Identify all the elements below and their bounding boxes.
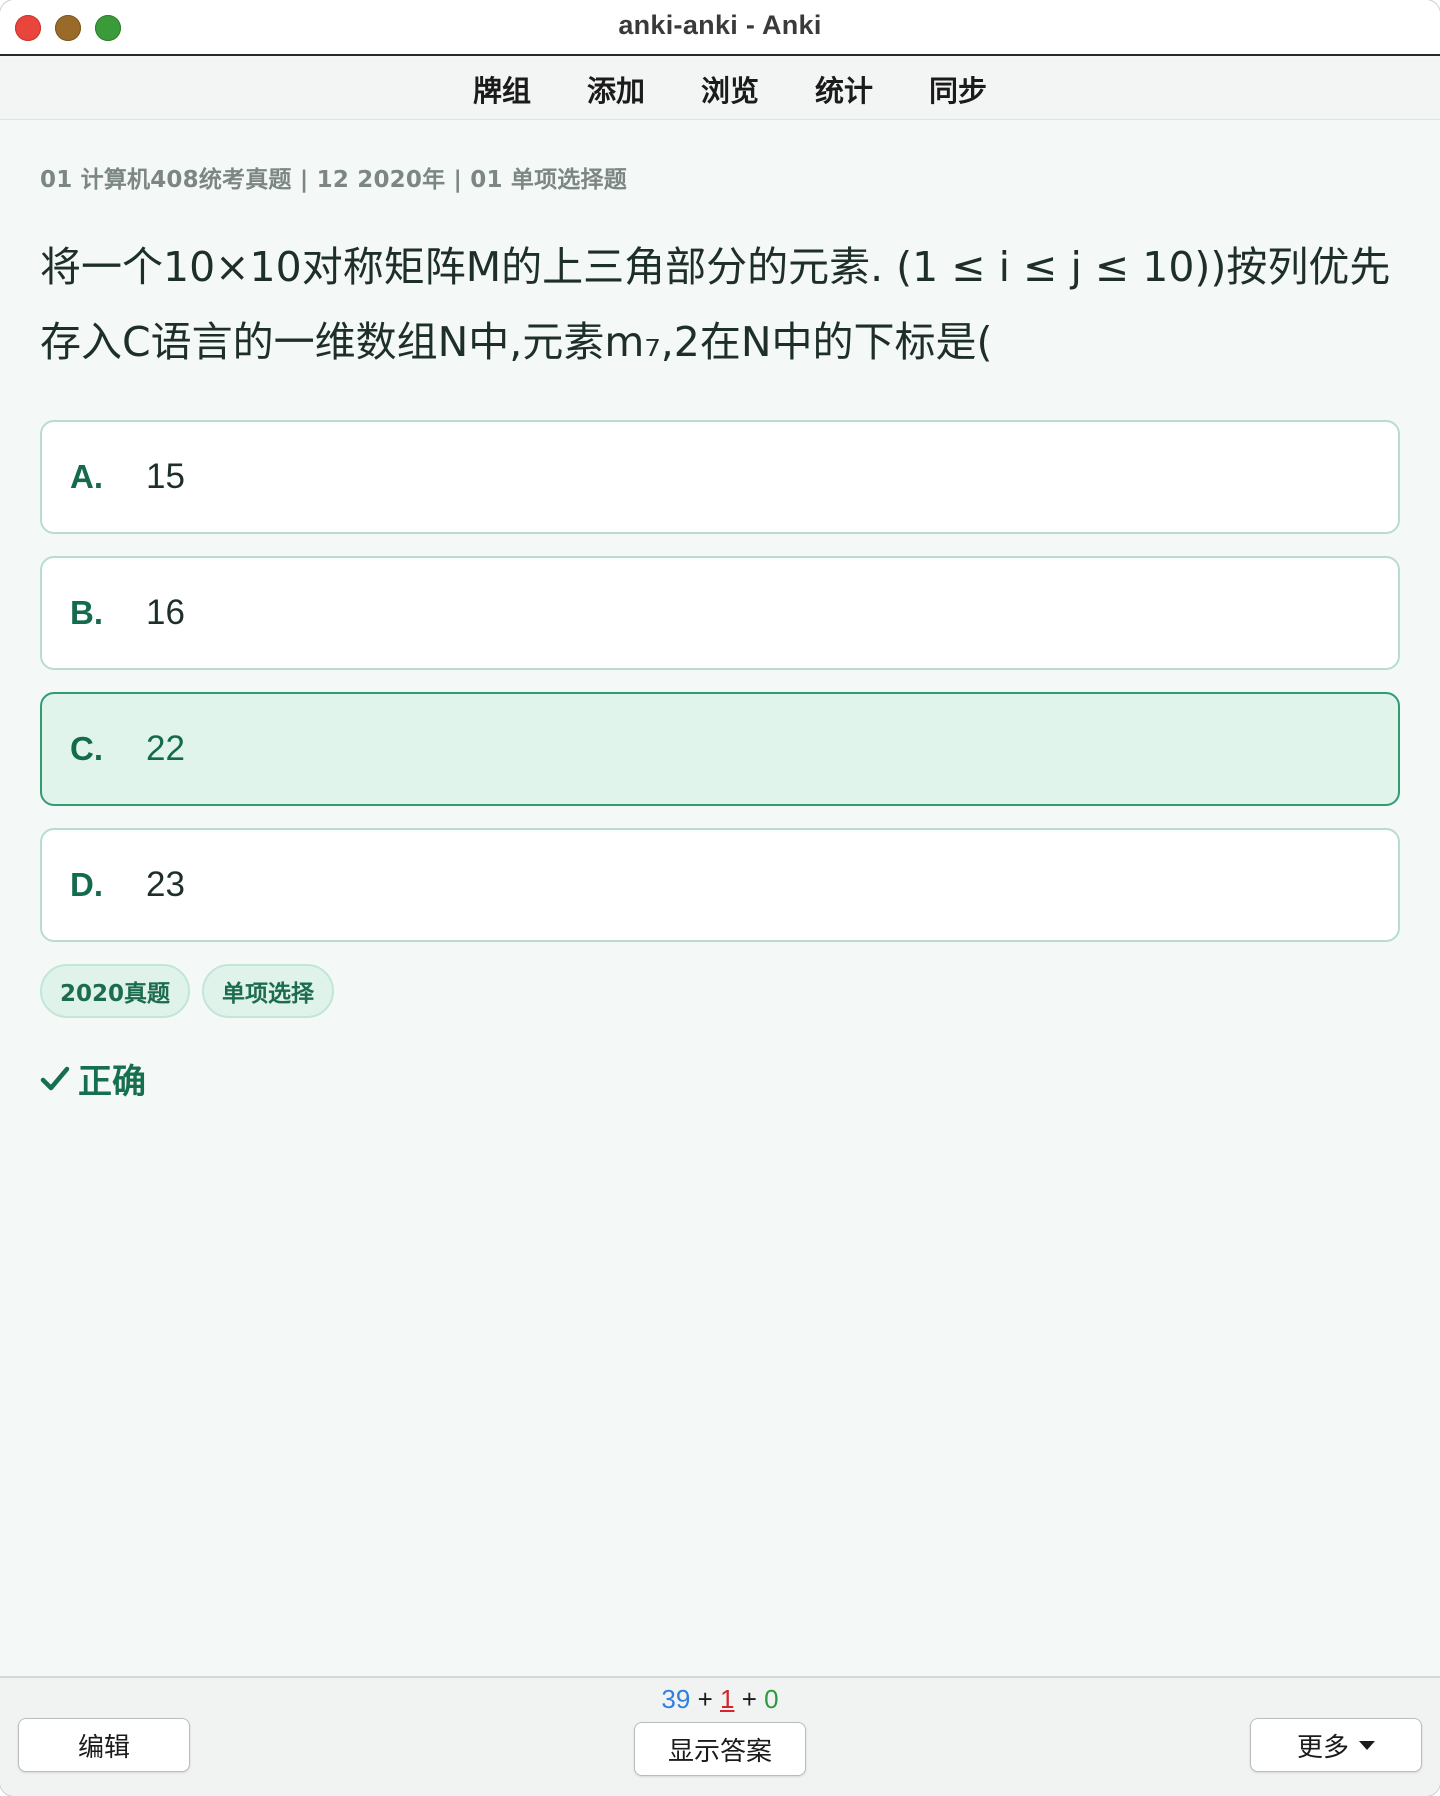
card-content: 01 计算机408统考真题 | 12 2020年 | 01 单项选择题 将一个1…	[40, 160, 1400, 1103]
option-letter: A.	[70, 458, 103, 495]
nav-browse[interactable]: 浏览	[701, 68, 759, 110]
nav-add[interactable]: 添加	[587, 68, 645, 110]
option-letter: C.	[70, 730, 103, 767]
result-text: 正确	[78, 1062, 146, 1102]
show-answer-button[interactable]: 显示答案	[634, 1722, 806, 1776]
count-separator: +	[741, 1684, 757, 1714]
new-count: 39	[661, 1684, 691, 1714]
more-button[interactable]: 更多	[1250, 1718, 1422, 1772]
option-text: 22	[146, 729, 185, 768]
options-list: A. 15 B. 16 C. 22 D. 23	[40, 420, 1400, 942]
nav-decks[interactable]: 牌组	[473, 68, 531, 110]
question-text: 将一个10×10对称矩阵M的上三角部分的元素. (1 ≤ i ≤ j ≤ 10)…	[40, 243, 1391, 366]
count-separator: +	[697, 1684, 713, 1714]
option-text: 15	[146, 457, 185, 496]
nav-sync[interactable]: 同步	[929, 68, 987, 110]
option-b[interactable]: B. 16	[40, 556, 1400, 670]
edit-button-label: 编辑	[77, 1732, 130, 1763]
review-count: 0	[764, 1684, 779, 1714]
nav-stats[interactable]: 统计	[815, 68, 873, 110]
tag-list: 2020真题 单项选择	[40, 964, 1400, 1018]
option-letter: D.	[70, 866, 103, 903]
option-a[interactable]: A. 15	[40, 420, 1400, 534]
learn-count: 1	[719, 1684, 735, 1714]
result-indicator: 正确	[40, 1054, 1400, 1103]
option-c[interactable]: C. 22	[40, 692, 1400, 806]
chevron-down-icon	[1359, 1740, 1375, 1750]
due-counts: 39 + 1 + 0	[0, 1684, 1440, 1715]
show-answer-label: 显示答案	[667, 1736, 772, 1767]
option-d[interactable]: D. 23	[40, 828, 1400, 942]
tag-chip[interactable]: 2020真题	[40, 964, 191, 1018]
option-text: 23	[146, 865, 185, 904]
edit-button[interactable]: 编辑	[18, 1718, 190, 1772]
deck-breadcrumb: 01 计算机408统考真题 | 12 2020年 | 01 单项选择题	[40, 167, 627, 193]
option-text: 16	[146, 593, 185, 632]
window-title: anki-anki - Anki	[618, 10, 822, 40]
tag-chip[interactable]: 单项选择	[202, 964, 335, 1018]
option-letter: B.	[70, 594, 103, 631]
anki-window: anki-anki - Anki 牌组 添加 浏览 统计 同步 01 计算机40…	[0, 0, 1440, 1796]
more-button-label: 更多	[1296, 1732, 1349, 1763]
check-icon	[40, 1066, 70, 1090]
bottom-bar: 39 + 1 + 0 编辑 显示答案 更多	[0, 1676, 1440, 1796]
top-nav: 牌组 添加 浏览 统计 同步	[0, 58, 1440, 120]
title-bar: anki-anki - Anki	[0, 0, 1440, 56]
